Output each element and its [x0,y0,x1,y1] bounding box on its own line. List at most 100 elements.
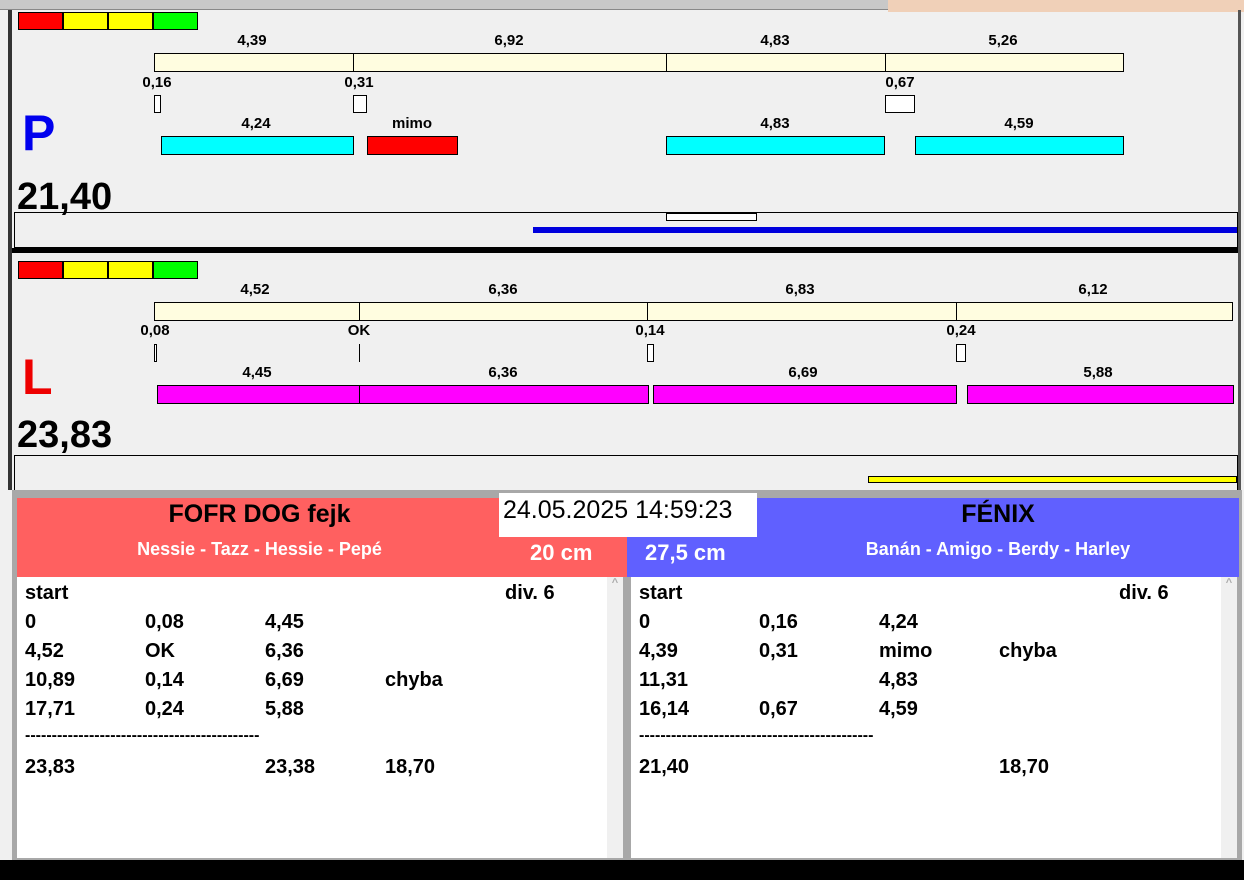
l-small-label: 0,24 [946,322,976,339]
right-scrollbar[interactable]: ^ [1221,577,1237,858]
p-small-label: 0,67 [885,74,915,91]
left-team-dogs: Nessie - Tazz - Hessie - Pepé [137,539,382,559]
l-small-box [154,344,157,362]
result-cell: 4,59 [879,698,918,720]
result-cell: 0 [25,611,37,633]
division-label: div. 6 [1119,582,1169,604]
bottom-bar [0,860,1244,880]
total-cell: 18,70 [385,756,436,778]
p-top-label: 4,83 [760,32,790,49]
separator: ----------------------------------------… [25,727,260,744]
p-bottom-segment [161,136,354,155]
p-marker [666,213,757,221]
result-cell: 11,31 [639,669,688,691]
total-cell: 23,83 [25,756,76,778]
datetime: 24.05.2025 14:59:23 [499,493,757,537]
p-top-label: 6,92 [494,32,524,49]
l-bottom-segment [967,385,1234,404]
total-cell: 23,38 [265,756,316,778]
p-bottom-label: mimo [391,115,433,132]
l-bottom-label: 4,45 [242,364,272,381]
right-team-height: 27,5 cm [645,540,726,565]
p-bottom-label: 4,59 [1004,115,1034,132]
result-cell: chyba [385,669,443,691]
section-divider [12,248,1238,253]
p-bottom-segment-miss [367,136,458,155]
l-top-segment [956,302,1233,321]
start-label: start [639,582,683,604]
right-team-dogs: Banán - Amigo - Berdy - Harley [865,539,1131,559]
p-top-segment [666,53,886,72]
result-cell: 16,14 [639,698,690,720]
l-bottom-label: 6,36 [488,364,518,381]
result-cell: 4,45 [265,611,304,633]
p-bottom-label: 4,24 [241,115,271,132]
l-small-box [956,344,966,362]
result-cell: 0 [639,611,651,633]
l-bottom-segment [653,385,957,404]
result-cell: 0,24 [145,698,184,720]
total-cell: 18,70 [999,756,1050,778]
separator: ----------------------------------------… [639,727,874,744]
l-bottom-label: 6,69 [788,364,818,381]
l-bottom-segment [157,385,360,404]
result-cell: 17,71 [25,698,76,720]
p-small-box [154,95,161,113]
left-results-list[interactable]: start div. 6 0 0,08 4,45 4,52 OK 6,36 10,89 0,1… [17,577,607,858]
result-cell: 10,89 [25,669,76,691]
p-top-segment [885,53,1124,72]
result-cell: chyba [999,640,1057,662]
result-cell: 0,14 [145,669,184,691]
p-top-label: 4,39 [237,32,267,49]
result-cell: 4,24 [879,611,918,633]
l-top-label: 4,52 [240,281,270,298]
panel-divider [623,577,631,860]
result-cell: 0,08 [145,611,184,633]
result-cell: mimo [879,640,933,662]
l-top-segment [359,302,648,321]
top-right-panel [888,0,1244,12]
p-small-box [885,95,915,113]
p-bottom-label: 4,83 [760,115,790,132]
p-top-segment [353,53,667,72]
right-results-list[interactable]: start div. 6 0 0,16 4,24 4,39 0,31 mimo chyba 1… [631,577,1221,858]
l-small-label: 0,14 [635,322,665,339]
start-label: start [25,582,69,604]
l-lane-letter: L [22,349,53,405]
p-bottom-segment [915,136,1124,155]
p-bottom-segment [666,136,885,155]
l-bottom-segment [359,385,649,404]
l-top-segment [154,302,360,321]
l-top-label: 6,36 [488,281,518,298]
left-team-height: 20 cm [530,540,593,565]
p-progress-line [533,227,1237,233]
result-cell: 0,67 [759,698,798,720]
l-progress-line [868,476,1237,483]
l-small-box [359,344,360,362]
p-small-label: 0,31 [344,74,374,91]
result-cell: 0,31 [759,640,798,662]
result-cell: 4,83 [879,669,918,691]
division-label: div. 6 [505,582,555,604]
l-top-label: 6,12 [1078,281,1108,298]
top-tab-strip [0,0,888,10]
result-cell: 4,52 [25,640,64,662]
result-cell: 5,88 [265,698,304,720]
result-cell: OK [145,640,175,662]
total-cell: 21,40 [639,756,690,778]
p-top-label: 5,26 [988,32,1018,49]
l-small-box [647,344,654,362]
p-top-segment [154,53,354,72]
l-total: 23,83 [17,414,113,456]
l-top-label: 6,83 [785,281,815,298]
left-scrollbar[interactable]: ^ [607,577,623,858]
result-cell: 6,69 [265,669,304,691]
p-lane-letter: P [22,105,56,161]
result-cell: 6,36 [265,640,304,662]
p-small-box [353,95,367,113]
left-team-name: FOFR DOG fejk [168,500,351,528]
l-small-label: OK [347,322,371,339]
l-top-segment [647,302,957,321]
l-bottom-label: 5,88 [1083,364,1113,381]
result-cell: 0,16 [759,611,798,633]
